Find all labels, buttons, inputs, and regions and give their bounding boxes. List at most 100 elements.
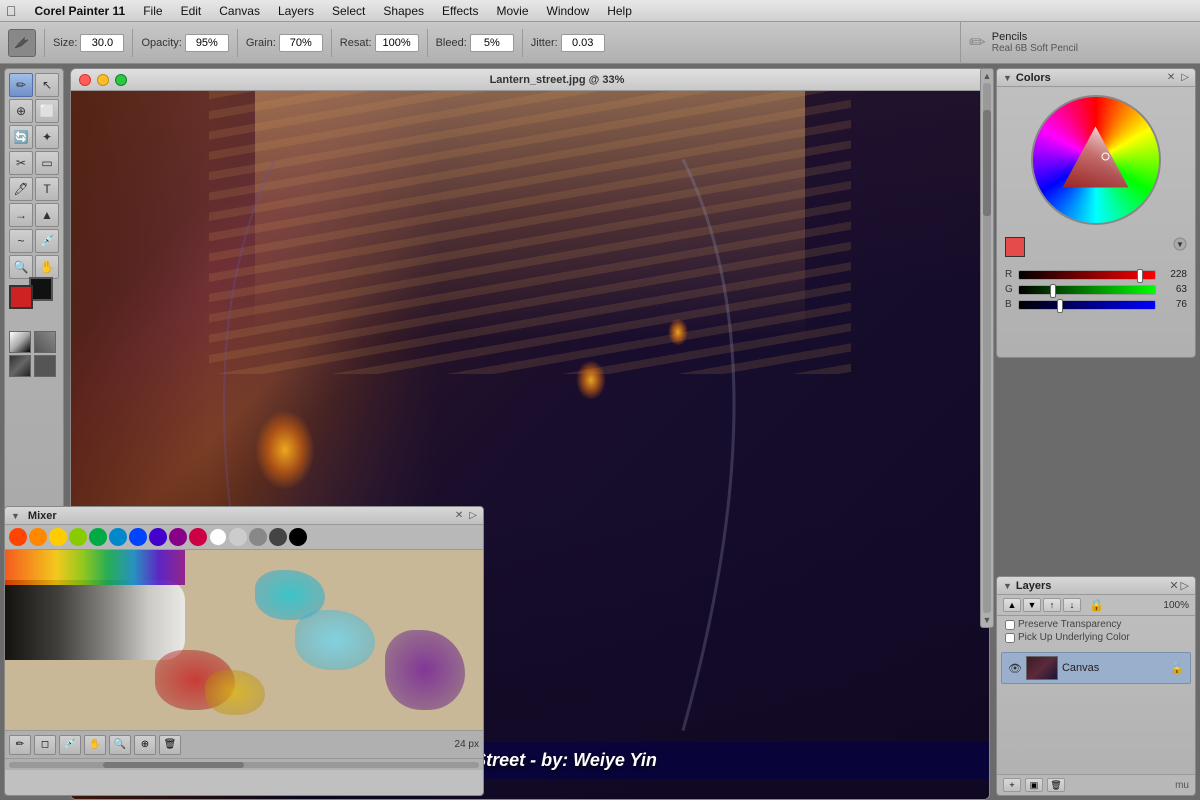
tool-crop[interactable]: ✂ bbox=[9, 151, 33, 175]
tool-pointer[interactable]: ↖ bbox=[35, 73, 59, 97]
tool-brush[interactable]: ✏ bbox=[9, 73, 33, 97]
scroll-track[interactable] bbox=[983, 83, 991, 613]
menu-select[interactable]: Select bbox=[324, 3, 373, 19]
tool-text[interactable]: T bbox=[35, 177, 59, 201]
tool-smear[interactable]: ~ bbox=[9, 229, 33, 253]
layers-collapse-arrow[interactable]: ▼ bbox=[1003, 581, 1012, 591]
g-slider-thumb[interactable] bbox=[1050, 284, 1056, 298]
colors-collapse-arrow[interactable]: ▼ bbox=[1003, 73, 1012, 83]
mixer-canvas[interactable] bbox=[5, 550, 483, 730]
mixer-eraser-tool[interactable]: ◻ bbox=[34, 735, 56, 755]
menu-file[interactable]: File bbox=[135, 3, 170, 19]
preserve-transparency-checkbox[interactable] bbox=[1005, 620, 1015, 630]
right-scrollbar[interactable]: ▲ ▼ bbox=[980, 68, 994, 628]
mixer-color-yellow[interactable] bbox=[49, 528, 67, 546]
weave-swatch[interactable] bbox=[9, 355, 31, 377]
mixer-zoom-tool[interactable]: 🔍 bbox=[109, 735, 131, 755]
menu-movie[interactable]: Movie bbox=[489, 3, 537, 19]
mixer-collapse-arrow[interactable]: ▼ bbox=[11, 511, 20, 521]
preserve-transparency-check[interactable]: Preserve Transparency bbox=[1005, 619, 1187, 630]
layers-group-button[interactable]: ▣ bbox=[1025, 778, 1043, 792]
menu-layers[interactable]: Layers bbox=[270, 3, 322, 19]
mixer-color-mid-gray[interactable] bbox=[249, 528, 267, 546]
tool-hand[interactable]: ✋ bbox=[35, 255, 59, 279]
b-slider[interactable] bbox=[1018, 300, 1156, 310]
pick-up-color-check[interactable]: Pick Up Underlying Color bbox=[1005, 632, 1187, 643]
layers-dropdown-button[interactable]: ▼ bbox=[1023, 598, 1041, 612]
tool-lasso[interactable]: 🔄 bbox=[9, 125, 33, 149]
menu-shapes[interactable]: Shapes bbox=[375, 3, 432, 19]
resat-input[interactable]: 100% bbox=[375, 34, 419, 52]
color-wheel[interactable] bbox=[1031, 95, 1161, 225]
grain-input[interactable]: 70% bbox=[279, 34, 323, 52]
size-input[interactable]: 30.0 bbox=[80, 34, 124, 52]
menu-edit[interactable]: Edit bbox=[173, 3, 210, 19]
mixer-eyedropper-tool[interactable]: 💉 bbox=[59, 735, 81, 755]
mixer-magnify-tool[interactable]: ⊕ bbox=[134, 735, 156, 755]
layers-add-button[interactable]: ▲ bbox=[1003, 598, 1021, 612]
menu-canvas[interactable]: Canvas bbox=[211, 3, 268, 19]
tool-select-rect[interactable]: ⬜ bbox=[35, 99, 59, 123]
mixer-color-indigo[interactable] bbox=[149, 528, 167, 546]
color-fg-bg-swatches[interactable] bbox=[1005, 237, 1035, 263]
mixer-expand-button[interactable]: ▷ bbox=[469, 510, 477, 521]
menu-effects[interactable]: Effects bbox=[434, 3, 486, 19]
tool-zoom[interactable]: 🔍 bbox=[9, 255, 33, 279]
mixer-color-green[interactable] bbox=[89, 528, 107, 546]
jitter-input[interactable]: 0.03 bbox=[561, 34, 605, 52]
canvas-minimize-button[interactable] bbox=[97, 74, 109, 86]
mixer-delete-tool[interactable]: 🗑 bbox=[159, 735, 181, 755]
tool-fill[interactable]: ▲ bbox=[35, 203, 59, 227]
layers-expand-button[interactable]: ▷ bbox=[1181, 579, 1189, 592]
b-slider-thumb[interactable] bbox=[1057, 299, 1063, 313]
canvas-layer-item[interactable]: 👁 Canvas 🔒 bbox=[1001, 652, 1191, 684]
gradient-swatch[interactable] bbox=[9, 331, 31, 353]
menu-window[interactable]: Window bbox=[539, 3, 598, 19]
pattern-swatch[interactable] bbox=[34, 331, 56, 353]
mixer-color-orange[interactable] bbox=[29, 528, 47, 546]
scroll-down-arrow[interactable]: ▼ bbox=[982, 615, 992, 625]
layers-close-button[interactable]: ✕ bbox=[1169, 579, 1178, 592]
tool-eyedropper[interactable]: 💉 bbox=[35, 229, 59, 253]
mixer-color-teal[interactable] bbox=[109, 528, 127, 546]
mixer-hand-tool[interactable]: ✋ bbox=[84, 735, 106, 755]
tool-shape-rect[interactable]: ▭ bbox=[35, 151, 59, 175]
tool-wand[interactable]: ✦ bbox=[35, 125, 59, 149]
layer-visibility-icon[interactable]: 👁 bbox=[1008, 662, 1022, 675]
layers-down-button[interactable]: ↓ bbox=[1063, 598, 1081, 612]
mixer-color-purple[interactable] bbox=[169, 528, 187, 546]
foreground-color-swatch[interactable] bbox=[9, 285, 33, 309]
mixer-scroll-track[interactable] bbox=[9, 762, 479, 768]
tool-transform[interactable]: ⊕ bbox=[9, 99, 33, 123]
mixer-brush-tool[interactable]: ✏ bbox=[9, 735, 31, 755]
mixer-color-dark-gray[interactable] bbox=[269, 528, 287, 546]
colors-expand-button[interactable]: ▷ bbox=[1181, 72, 1189, 83]
mixer-color-light-gray[interactable] bbox=[229, 528, 247, 546]
mixer-close-button[interactable]: ✕ bbox=[455, 510, 463, 521]
mixer-color-blue[interactable] bbox=[129, 528, 147, 546]
apple-logo[interactable]:  bbox=[6, 3, 17, 19]
brush-selector[interactable] bbox=[8, 29, 36, 57]
scroll-thumb[interactable] bbox=[983, 110, 991, 216]
paper-swatch[interactable] bbox=[34, 355, 56, 377]
mixer-color-black[interactable] bbox=[289, 528, 307, 546]
mixer-color-yellow-green[interactable] bbox=[69, 528, 87, 546]
scroll-up-arrow[interactable]: ▲ bbox=[982, 71, 992, 81]
opacity-input[interactable]: 95% bbox=[185, 34, 229, 52]
color-options-btn[interactable]: ▼ bbox=[1173, 237, 1187, 263]
pick-up-color-checkbox[interactable] bbox=[1005, 633, 1015, 643]
r-slider[interactable] bbox=[1018, 270, 1156, 280]
r-slider-thumb[interactable] bbox=[1137, 269, 1143, 283]
canvas-close-button[interactable] bbox=[79, 74, 91, 86]
tool-pen[interactable]: 🖊 bbox=[9, 177, 33, 201]
layers-up-button[interactable]: ↑ bbox=[1043, 598, 1061, 612]
mixer-scroll-thumb[interactable] bbox=[103, 762, 244, 768]
menu-help[interactable]: Help bbox=[599, 3, 640, 19]
mixer-color-orange-red[interactable] bbox=[9, 528, 27, 546]
fg-swatch[interactable] bbox=[1005, 237, 1025, 257]
layers-delete-button[interactable]: 🗑 bbox=[1047, 778, 1065, 792]
mixer-color-white[interactable] bbox=[209, 528, 227, 546]
g-slider[interactable] bbox=[1018, 285, 1156, 295]
layers-new-button[interactable]: + bbox=[1003, 778, 1021, 792]
mixer-color-magenta[interactable] bbox=[189, 528, 207, 546]
